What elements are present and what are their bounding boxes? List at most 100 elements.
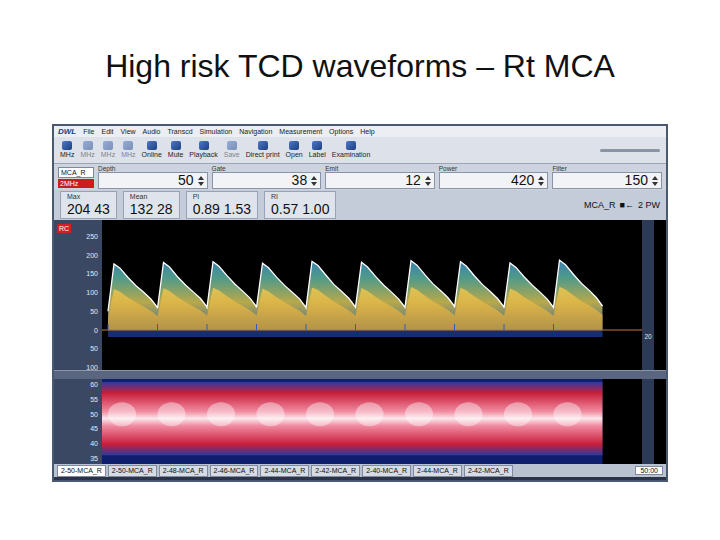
tool-icon	[312, 141, 322, 150]
spinner[interactable]	[425, 176, 431, 186]
field-input[interactable]: 12	[325, 172, 435, 189]
tool-icon	[258, 141, 268, 150]
menu-item[interactable]: Help	[360, 126, 374, 137]
toolbar-label: Direct print	[246, 151, 280, 159]
spinner[interactable]	[311, 176, 317, 186]
channel-select[interactable]: MCA_R	[58, 167, 94, 178]
side-strip	[642, 379, 654, 464]
toolbar-label: Online	[142, 151, 162, 159]
spectrum-panel: RC2502001501005005010020	[54, 220, 666, 370]
down-arrow-icon[interactable]	[425, 182, 431, 186]
up-arrow-icon[interactable]	[538, 176, 544, 180]
setting-field: Filter150	[552, 165, 662, 189]
down-arrow-icon[interactable]	[198, 182, 204, 186]
field-label: Gate	[212, 165, 322, 172]
field-label: Emit	[325, 165, 435, 172]
spinner[interactable]	[652, 176, 658, 186]
menu-item[interactable]: Simulation	[200, 126, 233, 137]
reading-label: PI	[193, 193, 251, 201]
down-arrow-icon[interactable]	[311, 182, 317, 186]
menu-item[interactable]: Transcd	[168, 126, 193, 137]
reading-value: 132 28	[130, 201, 173, 217]
toolbar-button[interactable]: Playback	[189, 141, 217, 159]
gate-tab[interactable]: 2-44-MCA_R	[260, 465, 309, 477]
tabs-bar: 2-50-MCA_R2-50-MCA_R2-48-MCA_R2-46-MCA_R…	[54, 464, 666, 477]
toolbar-button[interactable]: Online	[142, 141, 162, 159]
field-value: 420	[511, 173, 534, 188]
setting-field: Power420	[439, 165, 549, 189]
field-label: Filter	[552, 165, 662, 172]
gate-tab[interactable]: 2-40-MCA_R	[362, 465, 411, 477]
up-arrow-icon[interactable]	[198, 176, 204, 180]
down-arrow-icon[interactable]	[652, 182, 658, 186]
gate-tab[interactable]: 2-42-MCA_R	[464, 465, 513, 477]
spinner[interactable]	[198, 176, 204, 186]
axis-tick: 0	[94, 326, 98, 335]
mmode-display	[102, 379, 642, 464]
depth-axis: 605550454035	[54, 379, 102, 464]
toolbar-label: Examination	[332, 151, 371, 159]
gate-tab[interactable]: 2-42-MCA_R	[311, 465, 360, 477]
menu-item[interactable]: View	[121, 126, 136, 137]
menu-item[interactable]: Navigation	[239, 126, 272, 137]
depth-tick: 45	[90, 424, 98, 433]
readings-row: Max204 43Mean132 28PI0.89 1.53RI0.57 1.0…	[54, 190, 666, 220]
setting-field: Emit12	[325, 165, 435, 189]
gate-tab[interactable]: 2-46-MCA_R	[210, 465, 259, 477]
toolbar-button[interactable]: MHz	[121, 141, 135, 159]
axis-tick: 250	[86, 232, 98, 241]
field-value: 50	[178, 173, 194, 188]
toolbar-button[interactable]: Open	[286, 141, 303, 159]
tool-icon	[227, 141, 237, 150]
tool-icon	[83, 141, 93, 150]
tool-icon	[147, 141, 157, 150]
toolbar-button[interactable]: Examination	[332, 141, 371, 159]
toolbar-button[interactable]: Save	[224, 141, 240, 159]
gate-tab[interactable]: 2-50-MCA_R	[57, 465, 106, 477]
toolbar-button[interactable]: MHz	[101, 141, 115, 159]
channel-mode: 2 PW	[638, 200, 660, 210]
menu-item[interactable]: Edit	[102, 126, 114, 137]
gate-tab[interactable]: 2-50-MCA_R	[108, 465, 157, 477]
axis-tick: 150	[86, 269, 98, 278]
down-arrow-icon[interactable]	[538, 182, 544, 186]
doppler-waveform	[102, 220, 642, 370]
app-logo: DWL	[58, 127, 76, 136]
toolbar-button[interactable]: Direct print	[246, 141, 280, 159]
up-arrow-icon[interactable]	[425, 176, 431, 180]
field-value: 38	[292, 173, 308, 188]
field-input[interactable]: 150	[552, 172, 662, 189]
settings-row: MCA_R2MHzDepth50Gate38Emit12Power420Filt…	[54, 164, 666, 190]
spinner[interactable]	[538, 176, 544, 186]
menu-item[interactable]: Audio	[143, 126, 161, 137]
toolbar-button[interactable]: MHz	[80, 141, 94, 159]
toolbar-button[interactable]: Label	[309, 141, 326, 159]
field-input[interactable]: 38	[212, 172, 322, 189]
toolbar-button[interactable]: Mute	[168, 141, 184, 159]
menu-item[interactable]: Options	[329, 126, 353, 137]
field-input[interactable]: 420	[439, 172, 549, 189]
toolbar-label: MHz	[80, 151, 94, 159]
up-arrow-icon[interactable]	[652, 176, 658, 180]
toolbar-label: MHz	[60, 151, 74, 159]
gate-tab[interactable]: 2-48-MCA_R	[159, 465, 208, 477]
mmode-plot	[102, 379, 666, 464]
depth-tick: 35	[90, 454, 98, 463]
toolbar: MHz MHz MHz MHz Online Mute Playback Save Direct…	[54, 137, 666, 164]
axis-tick: 50	[90, 344, 98, 353]
menu-item[interactable]: File	[83, 126, 94, 137]
field-input[interactable]: 50	[98, 172, 208, 189]
toolbar-button[interactable]: MHz	[60, 141, 74, 159]
channel-marker: ■←	[620, 200, 634, 210]
up-arrow-icon[interactable]	[311, 176, 317, 180]
volume-slider[interactable]	[600, 149, 660, 152]
menu-bar: DWL File Edit View Audio Transcd Simulation Nav…	[54, 126, 666, 137]
axis-tick: 50	[90, 307, 98, 316]
menu-item[interactable]: Measurement	[279, 126, 322, 137]
toolbar-label: Save	[224, 151, 240, 159]
reading: Mean132 28	[123, 191, 180, 219]
velocity-axis: RC25020015010050050100	[54, 220, 102, 370]
slide-title: High risk TCD waveforms – Rt MCA	[105, 46, 615, 86]
depth-tick: 40	[90, 439, 98, 448]
gate-tab[interactable]: 2-44-MCA_R	[413, 465, 462, 477]
